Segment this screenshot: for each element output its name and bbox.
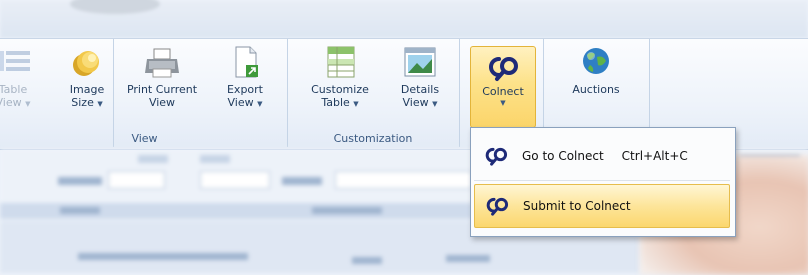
chevron-down-icon: ▼ — [25, 100, 31, 108]
colnect-icon — [482, 144, 510, 168]
table-view-button[interactable]: Table View ▼ — [0, 45, 48, 111]
auctions-label: Auctions — [572, 83, 620, 96]
colnect-button[interactable]: Colnect ▼ — [470, 46, 536, 128]
menu-item-label: Go to Colnect — [522, 149, 604, 163]
printer-icon — [143, 45, 181, 81]
image-size-button[interactable]: Image Size ▼ — [52, 45, 122, 111]
details-view-label2: View — [402, 96, 429, 109]
view-group-label: View — [131, 132, 158, 145]
customize-table-label2: Table — [321, 96, 350, 109]
customize-table-label: Customize — [311, 83, 369, 96]
customize-table-button[interactable]: Customize Table ▼ — [305, 45, 375, 111]
menu-separator — [474, 180, 730, 181]
chevron-down-icon: ▼ — [97, 100, 103, 108]
chevron-down-icon: ▼ — [353, 100, 359, 108]
table-view-label: Table — [0, 83, 28, 96]
details-view-label: Details — [400, 83, 440, 96]
colnect-icon — [484, 53, 522, 83]
customize-table-icon — [321, 45, 359, 81]
table-view-label2: View — [0, 96, 22, 109]
details-view-icon — [401, 45, 439, 81]
chevron-down-icon: ▼ — [500, 99, 506, 107]
export-document-icon — [226, 45, 264, 81]
customization-group: Customize Table ▼ Details View ▼ Customi… — [287, 39, 460, 147]
menu-item-go-to-colnect[interactable]: Go to Colnect Ctrl+Alt+C — [474, 134, 730, 178]
globe-icon — [577, 45, 615, 81]
menu-item-shortcut: Ctrl+Alt+C — [621, 149, 688, 163]
customization-group-label: Customization — [333, 132, 413, 145]
image-size-label: Image — [69, 83, 105, 96]
coins-icon — [68, 45, 106, 81]
export-view-label2: View — [227, 96, 254, 109]
auctions-button[interactable]: Auctions — [561, 45, 631, 96]
details-view-button[interactable]: Details View ▼ — [385, 45, 455, 111]
table-view-icon — [0, 45, 32, 81]
image-size-label2: Size — [71, 96, 94, 109]
menu-item-submit-to-colnect[interactable]: Submit to Colnect — [474, 184, 730, 228]
export-view-label: Export — [226, 83, 263, 96]
colnect-label: Colnect — [482, 85, 524, 98]
title-bar — [0, 0, 808, 38]
colnect-icon — [483, 194, 511, 218]
chevron-down-icon: ▼ — [257, 100, 263, 108]
chevron-down-icon: ▼ — [432, 100, 438, 108]
export-view-button[interactable]: Export View ▼ — [210, 45, 280, 111]
menu-item-label: Submit to Colnect — [523, 199, 631, 213]
colnect-dropdown-menu: Go to Colnect Ctrl+Alt+C Submit to Colne… — [470, 127, 736, 237]
print-current-view-label: Print Current — [126, 83, 198, 96]
print-current-view-button[interactable]: Print Current View — [114, 45, 210, 109]
print-current-view-label2: View — [148, 96, 176, 109]
view-group: Table View ▼ Image Size ▼ Print Current … — [0, 39, 288, 147]
